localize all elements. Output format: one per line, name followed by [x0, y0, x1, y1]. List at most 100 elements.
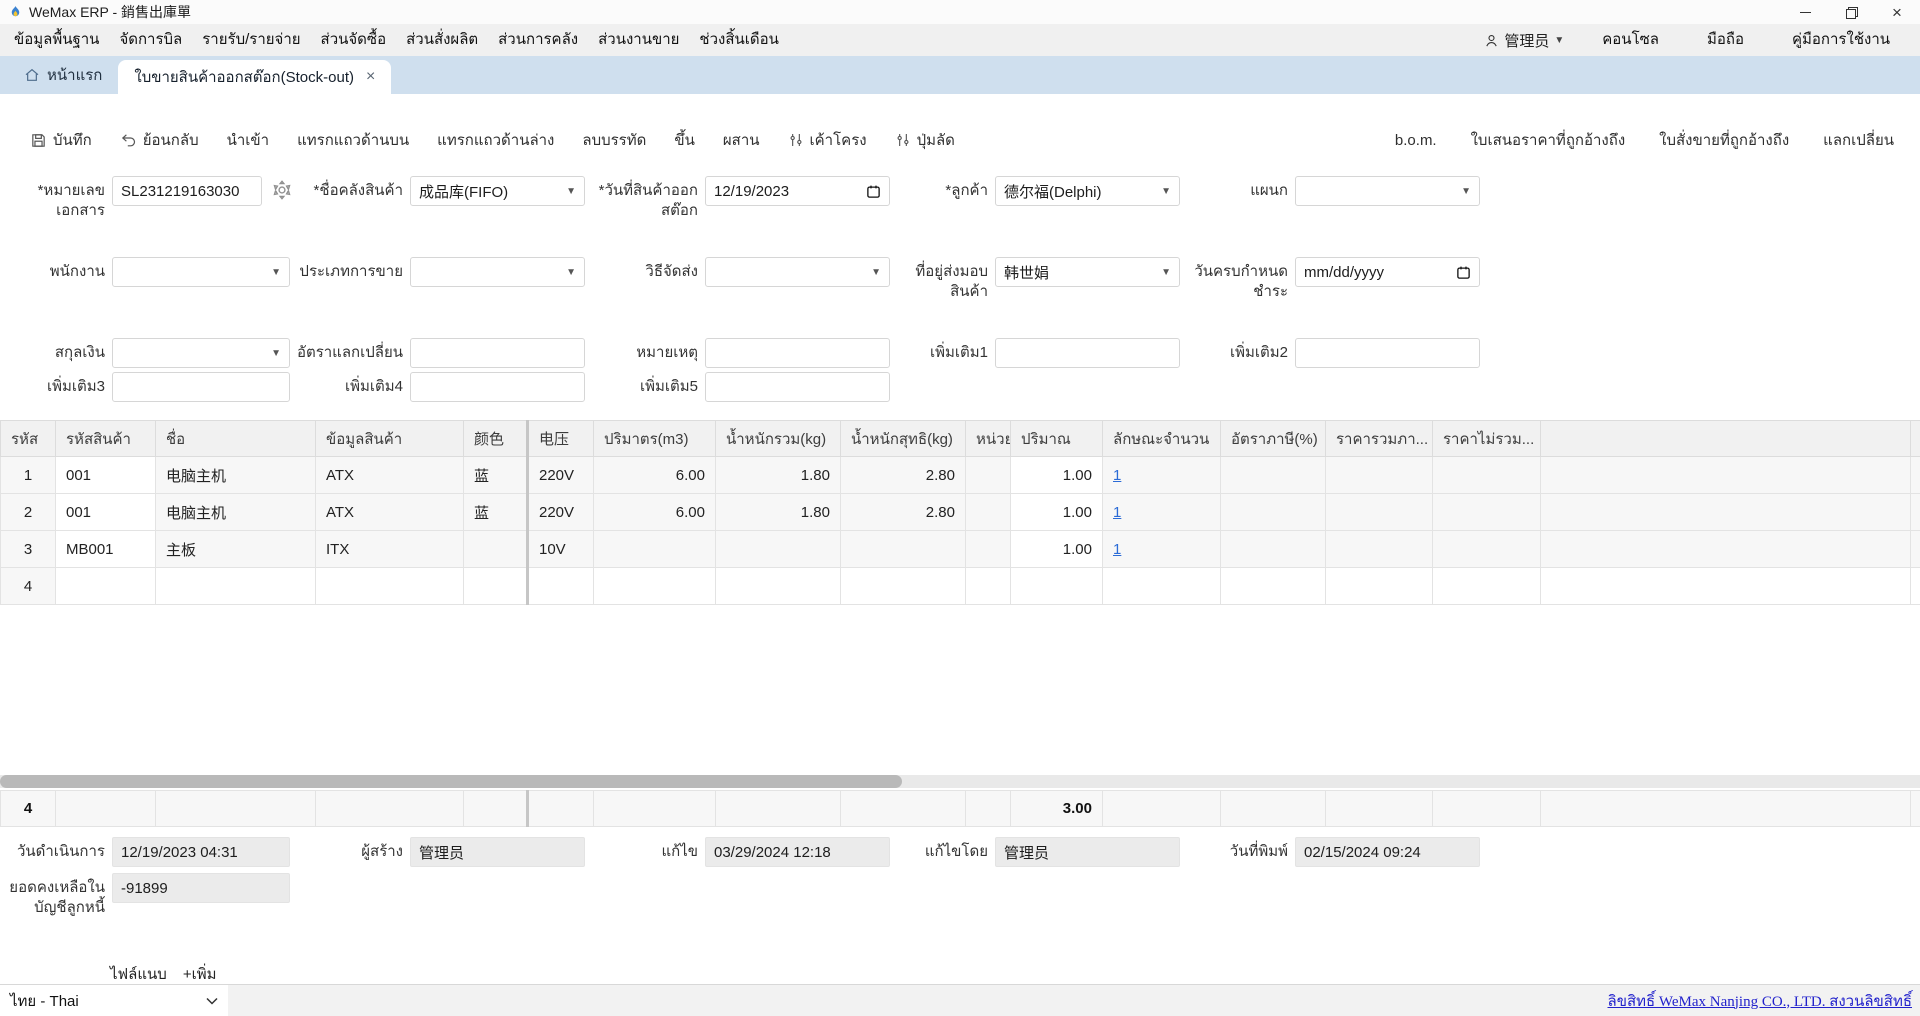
chevron-down-icon: ▼ [566, 267, 576, 278]
shortcut-button[interactable]: ปุ่มลัด [895, 128, 955, 152]
menu-bill-management[interactable]: จัดการบิล [109, 24, 192, 56]
editable-cell[interactable]: 1.00 [1011, 531, 1103, 568]
editable-cell[interactable] [1433, 568, 1541, 605]
extra5-input[interactable] [705, 372, 890, 402]
insert-row-below-button[interactable]: แทรกแถวด้านล่าง [437, 128, 554, 152]
table-cell [716, 531, 841, 568]
menu-income-expense[interactable]: รายรับ/รายจ่าย [192, 24, 310, 56]
minimize-button[interactable] [1782, 0, 1828, 24]
editable-cell[interactable] [1326, 568, 1433, 605]
tab-bar: หน้าแรก ใบขายสินค้าออกสต๊อก(Stock-out) × [0, 56, 1920, 94]
add-attachment-button[interactable]: +เพิ่ม [183, 962, 217, 986]
close-button[interactable]: × [1874, 0, 1920, 24]
move-up-button[interactable]: ขึ้น [674, 128, 695, 152]
modified-by-label: แก้ไขโดย [890, 837, 995, 862]
language-value: ไทย - Thai [10, 989, 79, 1013]
merge-button[interactable]: ผสาน [723, 128, 760, 152]
user-menu[interactable]: 管理员 ▼ [1484, 30, 1564, 51]
restore-button[interactable] [1828, 0, 1874, 24]
employee-select[interactable]: ▼ [112, 257, 290, 287]
editable-cell[interactable]: 1.00 [1011, 457, 1103, 494]
referenced-sales-order-button[interactable]: ใบสั่งขายที่ถูกอ้างถึง [1659, 128, 1789, 152]
editable-cell[interactable] [56, 568, 156, 605]
summary-cell [1221, 791, 1326, 827]
menu-production[interactable]: ส่วนสั่งผลิต [396, 24, 488, 56]
editable-cell[interactable] [156, 568, 316, 605]
menu-sales[interactable]: ส่วนงานขาย [588, 24, 689, 56]
insert-row-above-button[interactable]: แทรกแถวด้านบน [297, 128, 409, 152]
import-button[interactable]: นำเข้า [227, 128, 269, 152]
editable-cell[interactable] [1103, 568, 1221, 605]
document-number-input[interactable]: SL231219163030 [112, 176, 262, 206]
horizontal-scrollbar[interactable] [0, 775, 1920, 788]
delivery-address-select[interactable]: 韩世娟▼ [995, 257, 1180, 287]
manual-button[interactable]: คู่มือการใช้งาน [1782, 24, 1900, 56]
table-cell [966, 494, 1011, 531]
editable-cell[interactable]: 1.00 [1011, 494, 1103, 531]
editable-cell[interactable] [1011, 568, 1103, 605]
due-date-input[interactable]: mm/dd/yyyy [1295, 257, 1480, 287]
tab-close-icon[interactable]: × [366, 69, 375, 85]
editable-cell[interactable] [594, 568, 716, 605]
summary-cell: 3.00 [1011, 791, 1103, 827]
doc-no-label: *หมายเลข เอกสาร [0, 176, 112, 221]
menu-basic-data[interactable]: ข้อมูลพื้นฐาน [4, 24, 109, 56]
document-footer: วันดำเนินการ 12/19/2023 04:31 ผู้สร้าง 管… [0, 837, 1920, 986]
stockout-date-input[interactable]: 12/19/2023 [705, 176, 890, 206]
menu-purchasing[interactable]: ส่วนจัดซื้อ [311, 24, 397, 56]
editable-cell[interactable] [966, 568, 1011, 605]
app-logo-icon [8, 5, 23, 20]
tab-home[interactable]: หน้าแรก [8, 56, 118, 94]
bom-button[interactable]: b.o.m. [1395, 132, 1437, 149]
quantity-detail-link[interactable]: 1 [1113, 504, 1121, 521]
tab-stockout[interactable]: ใบขายสินค้าออกสต๊อก(Stock-out) × [118, 60, 391, 94]
editable-cell[interactable] [316, 568, 464, 605]
warehouse-select[interactable]: 成品库(FIFO)▼ [410, 176, 585, 206]
editable-cell[interactable] [464, 568, 528, 605]
extra3-input[interactable] [112, 372, 290, 402]
sale-type-select[interactable]: ▼ [410, 257, 585, 287]
floppy-icon [30, 132, 47, 149]
currency-select[interactable]: ▼ [112, 338, 290, 368]
summary-cell [841, 791, 966, 827]
exchange-button[interactable]: แลกเปลี่ยน [1823, 128, 1894, 152]
editable-cell[interactable] [1911, 568, 1920, 605]
scrollbar-thumb[interactable] [0, 775, 902, 788]
editable-cell[interactable] [528, 568, 594, 605]
console-button[interactable]: คอนโซล [1592, 24, 1669, 56]
extra4-input[interactable] [410, 372, 585, 402]
referenced-quotation-button[interactable]: ใบเสนอราคาที่ถูกอ้างถึง [1471, 128, 1626, 152]
editable-cell[interactable] [841, 568, 966, 605]
department-select[interactable]: ▼ [1295, 176, 1480, 206]
editable-cell[interactable] [716, 568, 841, 605]
delete-line-button[interactable]: ลบบรรทัด [582, 128, 646, 152]
editable-cell[interactable]: MB001 [56, 531, 156, 568]
editable-cell[interactable]: 001 [56, 457, 156, 494]
editable-cell[interactable] [1541, 568, 1911, 605]
mobile-button[interactable]: มือถือ [1697, 24, 1754, 56]
editable-cell[interactable] [1221, 568, 1326, 605]
customer-select[interactable]: 德尔福(Delphi)▼ [995, 176, 1180, 206]
layout-button[interactable]: เค้าโครง [788, 128, 867, 152]
save-button[interactable]: บันทึก [30, 128, 92, 152]
table-cell: 1 [1, 457, 56, 494]
title-bar: WeMax ERP - 銷售出庫單 × [0, 0, 1920, 24]
shipping-method-select[interactable]: ▼ [705, 257, 890, 287]
quantity-detail-link[interactable]: 1 [1113, 467, 1121, 484]
column-header: รหัส [1, 421, 56, 457]
quantity-detail-link[interactable]: 1 [1113, 541, 1121, 558]
gear-icon [271, 179, 293, 201]
back-button[interactable]: ย้อนกลับ [120, 128, 199, 152]
summary-cell [1103, 791, 1221, 827]
table-cell: 4 [1, 568, 56, 605]
remark-input[interactable] [705, 338, 890, 368]
editable-cell[interactable]: 001 [56, 494, 156, 531]
exchange-rate-input[interactable] [410, 338, 585, 368]
language-select[interactable]: ไทย - Thai [0, 985, 228, 1016]
copyright-link[interactable]: ลิขสิทธิ์ WeMax Nanjing CO., LTD. สงวนลิ… [1608, 989, 1920, 1013]
menu-inventory[interactable]: ส่วนการคลัง [488, 24, 588, 56]
extra1-input[interactable] [995, 338, 1180, 368]
menu-month-end[interactable]: ช่วงสิ้นเดือน [689, 24, 788, 56]
doc-no-settings-button[interactable] [262, 176, 302, 201]
extra2-input[interactable] [1295, 338, 1480, 368]
